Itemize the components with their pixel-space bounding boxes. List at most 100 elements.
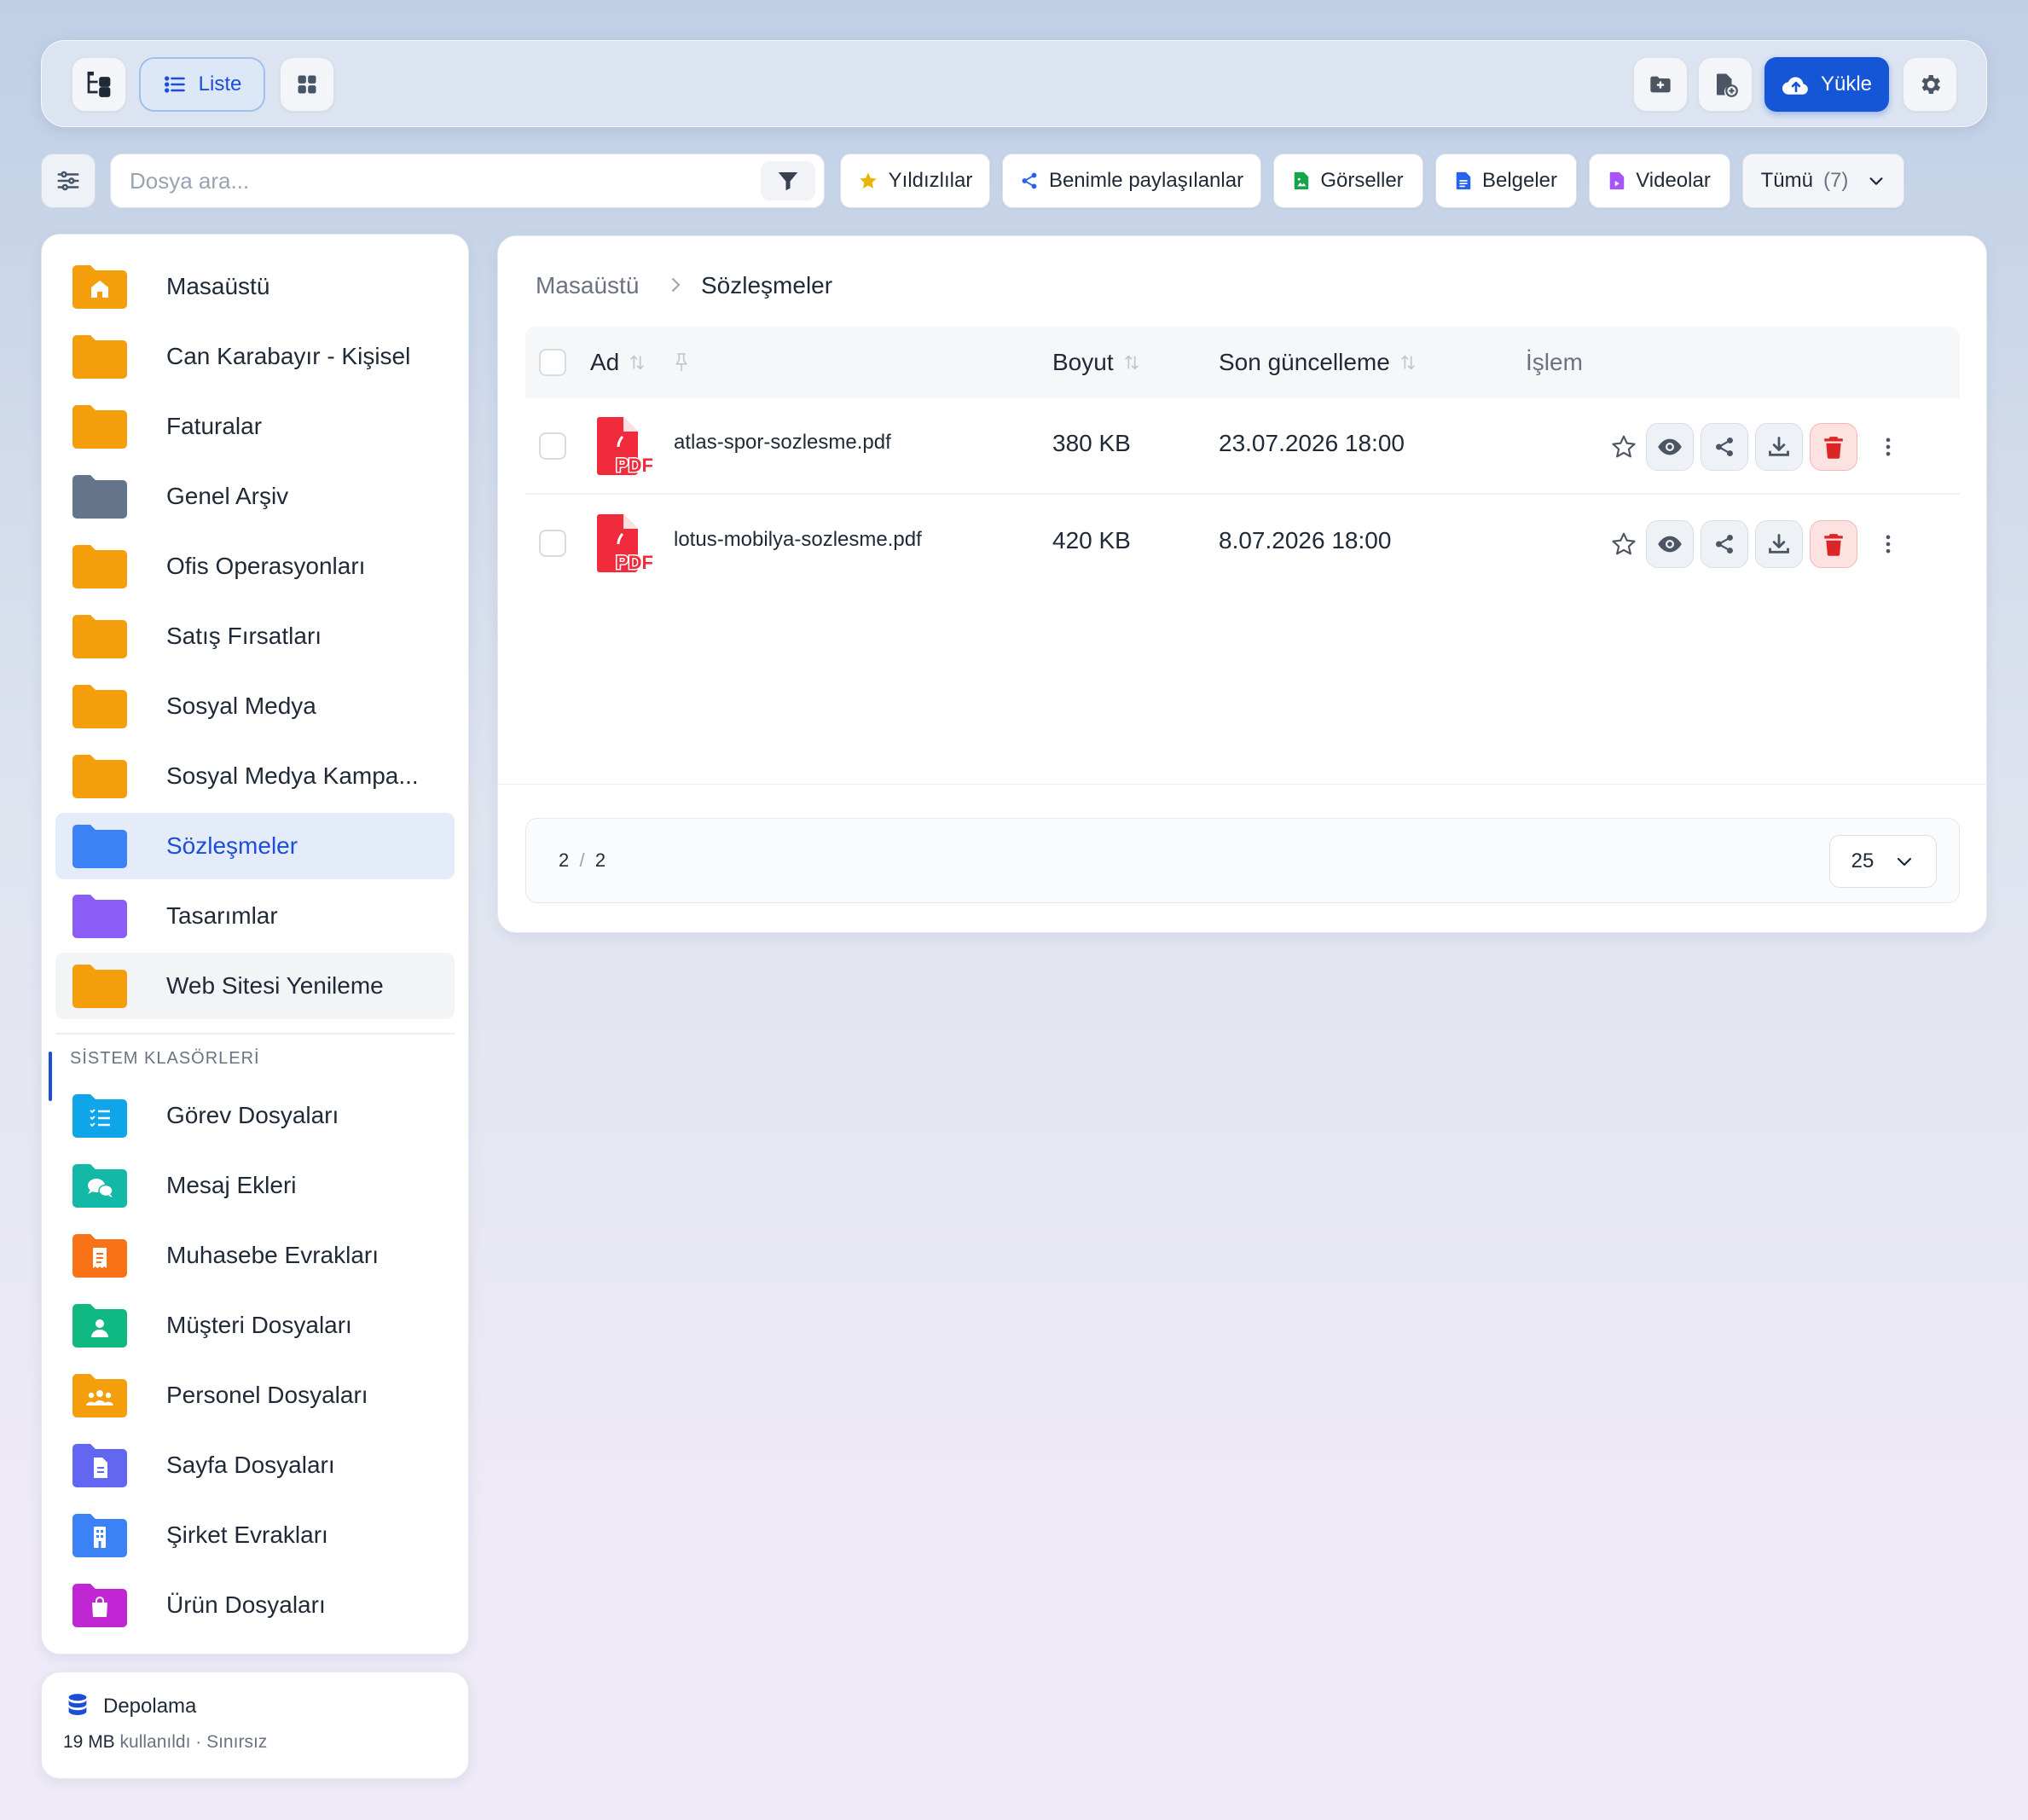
video-file-icon: [1608, 171, 1625, 190]
row-checkbox[interactable]: [539, 432, 566, 460]
share-icon: [1713, 436, 1735, 458]
tree-view-button[interactable]: [72, 57, 126, 112]
page-size-select[interactable]: 25: [1829, 835, 1937, 888]
settings-button[interactable]: [1903, 57, 1957, 112]
filter-starred[interactable]: Yıldızlılar: [840, 154, 990, 208]
sidebar-item-gorev-dosyalari[interactable]: Görev Dosyaları: [55, 1082, 455, 1149]
sidebar-item-sosyal-medya[interactable]: Sosyal Medya: [55, 673, 455, 739]
star-outline-icon: [1610, 433, 1637, 461]
filter-videos[interactable]: Videolar: [1589, 154, 1730, 208]
panel-divider: [498, 784, 1988, 785]
sidebar-item-masaustu[interactable]: Masaüstü: [55, 253, 455, 320]
sidebar-item-label: Sözleşmeler: [166, 832, 298, 859]
sidebar-item-web-sitesi-yenileme[interactable]: Web Sitesi Yenileme: [55, 953, 455, 1019]
sidebar-item-tasarimlar[interactable]: Tasarımlar: [55, 883, 455, 949]
folder-icon: [72, 404, 127, 449]
upload-button[interactable]: Yükle: [1764, 57, 1889, 112]
tree-view-icon: [84, 69, 114, 100]
image-file-icon: [1293, 171, 1310, 190]
list-view-button[interactable]: Liste: [139, 57, 265, 112]
folder-icon: [72, 824, 127, 868]
file-type-select-label: Tümü: [1760, 169, 1813, 192]
filter-images[interactable]: Görseller: [1273, 154, 1423, 208]
sidebar-item-genel-arsiv[interactable]: Genel Arşiv: [55, 463, 455, 530]
sidebar-item-faturalar[interactable]: Faturalar: [55, 393, 455, 460]
new-folder-button[interactable]: [1633, 57, 1688, 112]
column-actions-label: İşlem: [1526, 349, 1583, 375]
sidebar-item-mesaj-ekleri[interactable]: Mesaj Ekleri: [55, 1152, 455, 1219]
share-icon: [1713, 533, 1735, 555]
download-button[interactable]: [1755, 520, 1803, 568]
search-input[interactable]: [130, 154, 761, 207]
filter-settings-button[interactable]: [41, 154, 96, 208]
sidebar-item-ofis-operasyonlari[interactable]: Ofis Operasyonları: [55, 533, 455, 600]
sidebar-item-urun-dosyalari[interactable]: Ürün Dosyaları: [55, 1572, 455, 1638]
delete-button[interactable]: [1810, 423, 1857, 471]
file-name[interactable]: atlas-spor-sozlesme.pdf: [674, 431, 891, 455]
download-icon: [1767, 532, 1791, 556]
column-name[interactable]: Ad: [590, 349, 691, 376]
share-button[interactable]: [1701, 520, 1748, 568]
sort-icon: [628, 353, 646, 372]
gear-icon: [1917, 72, 1943, 97]
star-button[interactable]: [1600, 520, 1648, 568]
sidebar-item-sosyal-medya-kampanya[interactable]: Sosyal Medya Kampa...: [55, 743, 455, 809]
more-options-button[interactable]: [1864, 520, 1912, 568]
folder-icon: [72, 544, 127, 588]
sidebar-item-label: Ürün Dosyaları: [166, 1591, 326, 1618]
breadcrumb-current: Sözleşmeler: [701, 272, 833, 299]
delete-button[interactable]: [1810, 520, 1857, 568]
chevron-down-icon: [1867, 171, 1886, 190]
star-button[interactable]: [1600, 423, 1648, 471]
storage-used-suffix: kullanıldı · Sınırsız: [119, 1732, 268, 1752]
select-all-checkbox[interactable]: [539, 349, 566, 376]
grid-view-button[interactable]: [280, 57, 334, 112]
file-size: 380 KB: [1052, 430, 1131, 456]
sidebar-item-personel-dosyalari[interactable]: Personel Dosyaları: [55, 1362, 455, 1429]
sidebar-item-label: Genel Arşiv: [166, 483, 289, 509]
list-view-label: Liste: [198, 72, 242, 96]
share-icon: [1020, 171, 1039, 190]
file-updated: 8.07.2026 18:00: [1219, 527, 1392, 554]
sidebar-item-sayfa-dosyalari[interactable]: Sayfa Dosyaları: [55, 1432, 455, 1498]
table-row[interactable]: PDF lotus-mobilya-sozlesme.pdf 420 KB 8.…: [525, 496, 1960, 592]
sidebar-item-can-karabayir[interactable]: Can Karabayır - Kişisel: [55, 323, 455, 390]
breadcrumb-chevron-icon: [665, 274, 686, 296]
trash-icon: [1822, 532, 1845, 556]
folder-icon: [72, 684, 127, 728]
list-icon: [163, 72, 187, 96]
sidebar-item-satis-firsatlari[interactable]: Satış Fırsatları: [55, 603, 455, 669]
file-name[interactable]: lotus-mobilya-sozlesme.pdf: [674, 528, 922, 552]
table-row[interactable]: PDF atlas-spor-sozlesme.pdf 380 KB 23.07…: [525, 398, 1960, 495]
preview-button[interactable]: [1646, 520, 1694, 568]
pin-icon[interactable]: [672, 351, 691, 374]
download-button[interactable]: [1755, 423, 1803, 471]
preview-button[interactable]: [1646, 423, 1694, 471]
row-checkbox[interactable]: [539, 530, 566, 557]
contact-folder-icon: [72, 1303, 127, 1348]
search-filter-button[interactable]: [761, 161, 815, 200]
sidebar-item-label: Faturalar: [166, 413, 263, 439]
sidebar-item-sozlesmeler[interactable]: Sözleşmeler: [55, 813, 455, 879]
folder-plus-icon: [1648, 72, 1672, 96]
breadcrumb-root[interactable]: Masaüstü: [536, 272, 639, 299]
sort-icon: [1399, 353, 1417, 372]
filter-shared-label: Benimle paylaşılanlar: [1048, 169, 1244, 192]
chat-folder-icon: [72, 1163, 127, 1208]
share-button[interactable]: [1701, 423, 1748, 471]
sidebar-item-musteri-dosyalari[interactable]: Müşteri Dosyaları: [55, 1292, 455, 1359]
filter-documents[interactable]: Belgeler: [1435, 154, 1577, 208]
column-size[interactable]: Boyut: [1052, 349, 1141, 376]
column-updated[interactable]: Son güncelleme: [1219, 349, 1417, 376]
filter-images-label: Görseller: [1320, 169, 1404, 192]
eye-icon: [1657, 531, 1683, 557]
pdf-file-icon: PDF: [597, 514, 657, 572]
sidebar-item-sirket-evraklari[interactable]: Şirket Evrakları: [55, 1502, 455, 1568]
sidebar-item-muhasebe-evraklari[interactable]: Muhasebe Evrakları: [55, 1222, 455, 1289]
more-options-button[interactable]: [1864, 423, 1912, 471]
sidebar-item-label: Mesaj Ekleri: [166, 1172, 297, 1198]
filter-shared-with-me[interactable]: Benimle paylaşılanlar: [1002, 154, 1261, 208]
sidebar-item-label: Satış Fırsatları: [166, 623, 322, 649]
file-type-select[interactable]: Tümü (7): [1742, 154, 1904, 208]
new-file-button[interactable]: [1698, 57, 1753, 112]
